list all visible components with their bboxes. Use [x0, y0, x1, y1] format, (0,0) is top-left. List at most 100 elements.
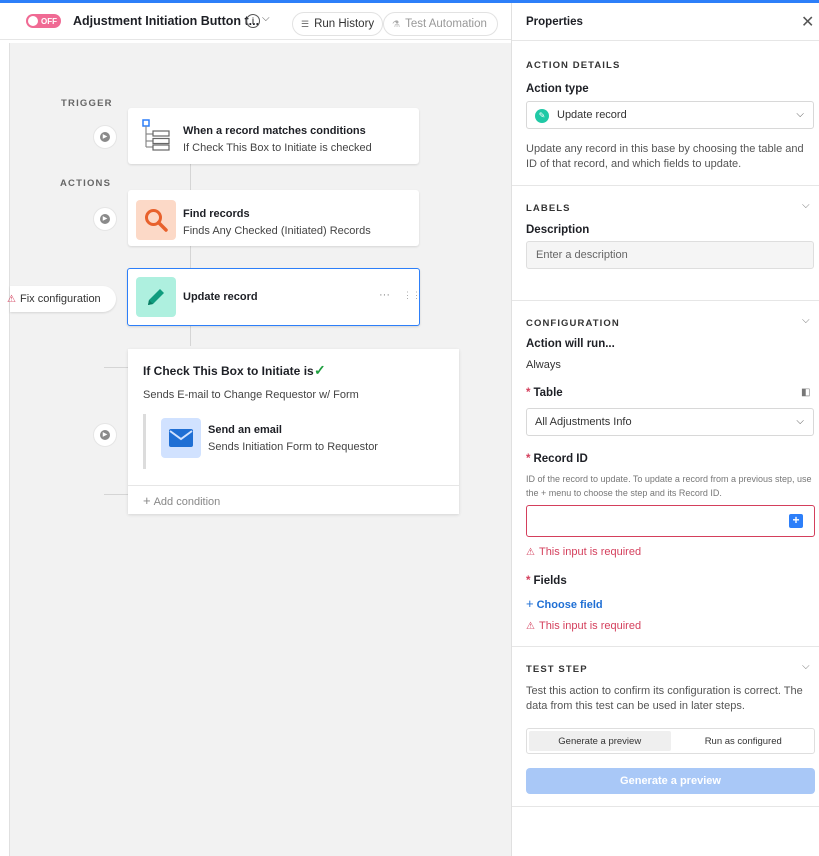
properties-title: Properties: [526, 16, 583, 28]
action-details-section: ACTION DETAILS Action type ✎ Update reco…: [512, 41, 819, 186]
tab-generate-preview[interactable]: Generate a preview: [529, 731, 671, 751]
test-step-description: Test this action to confirm its configur…: [526, 685, 803, 712]
more-options-icon[interactable]: ···: [379, 289, 390, 301]
run-step-icon[interactable]: ▶: [93, 125, 117, 149]
info-icon[interactable]: i: [246, 14, 260, 28]
table-value: All Adjustments Info: [535, 416, 632, 428]
find-records-card[interactable]: Find records Finds Any Checked (Initiate…: [128, 190, 419, 246]
table-icon[interactable]: ◧: [801, 387, 810, 398]
drag-handle-icon[interactable]: ⋮⋮: [403, 290, 421, 301]
pencil-icon: [136, 277, 176, 317]
plus-icon: +: [526, 596, 534, 611]
tab-run-as-configured[interactable]: Run as configured: [673, 729, 815, 753]
toggle-knob: [28, 16, 38, 26]
connector-line: [190, 164, 191, 190]
toggle-label: OFF: [41, 16, 57, 26]
record-id-input[interactable]: +: [526, 505, 815, 537]
description-placeholder: Enter a description: [536, 249, 628, 261]
chevron-down-icon[interactable]: ⌵: [802, 661, 810, 672]
chevron-down-icon: ⌵: [796, 109, 804, 120]
condition-branch-bar: [143, 414, 146, 469]
send-email-title[interactable]: Send an email: [208, 424, 282, 436]
description-input[interactable]: Enter a description: [526, 241, 814, 269]
choose-field-label: Choose field: [536, 599, 603, 611]
table-select[interactable]: All Adjustments Info ⌵: [526, 408, 814, 436]
connector-line: [190, 246, 191, 268]
fields-error: ⚠ This input is required: [526, 620, 641, 632]
labels-section: LABELS ⌵ Description Enter a description: [512, 186, 819, 301]
plus-icon[interactable]: +: [789, 514, 803, 528]
properties-header: Properties ✕: [512, 3, 819, 41]
connector-line: [104, 367, 128, 368]
test-step-heading: TEST STEP: [526, 664, 588, 675]
action-type-description: Update any record in this base by choosi…: [526, 143, 804, 170]
actions-section-label: ACTIONS: [60, 178, 112, 189]
description-label: Description: [526, 224, 590, 236]
automation-toggle[interactable]: OFF: [26, 14, 61, 28]
condition-subtitle: Sends E-mail to Change Requestor w/ Form: [143, 389, 359, 401]
action-will-run-value: Always: [526, 359, 561, 371]
fields-error-text: This input is required: [538, 620, 642, 632]
chevron-down-icon[interactable]: ⌵: [262, 13, 270, 24]
automation-editor: OFF Adjustment Initiation Button t... i …: [0, 3, 511, 856]
find-records-subtitle: Finds Any Checked (Initiated) Records: [183, 225, 371, 237]
checkmark-icon: ✓: [314, 362, 326, 378]
action-will-run-label: Action will run...: [526, 338, 615, 350]
pencil-icon: ✎: [535, 109, 549, 123]
configuration-section: CONFIGURATION ⌵ Action will run... Alway…: [512, 301, 819, 647]
find-records-title: Find records: [183, 208, 250, 220]
update-record-card[interactable]: Update record ··· ⋮⋮: [127, 268, 421, 326]
record-id-help: ID of the record to update. To update a …: [526, 474, 812, 498]
chevron-down-icon[interactable]: ⌵: [802, 200, 810, 211]
fix-configuration-badge[interactable]: ⚠ Fix configuration: [7, 286, 116, 312]
fields-label: * Fields: [526, 575, 567, 587]
send-email-subtitle: Sends Initiation Form to Requestor: [208, 441, 378, 453]
trigger-subtitle: If Check This Box to Initiate is checked: [183, 142, 372, 154]
run-history-button[interactable]: ☰ Run History: [292, 12, 384, 36]
action-type-value: Update record: [557, 109, 627, 121]
action-details-heading: ACTION DETAILS: [526, 60, 621, 71]
chevron-down-icon: ⌵: [796, 416, 804, 427]
trigger-section-label: TRIGGER: [61, 98, 113, 109]
condition-group-card[interactable]: If Check This Box to Initiate is ✓ Sends…: [128, 349, 459, 514]
close-icon[interactable]: ✕: [801, 12, 814, 32]
flask-icon: ⚗: [392, 18, 401, 29]
run-step-icon[interactable]: ▶: [93, 207, 117, 231]
test-automation-button[interactable]: ⚗ Test Automation: [383, 12, 498, 36]
chevron-down-icon[interactable]: ⌵: [802, 315, 810, 326]
properties-panel: Properties ✕ ACTION DETAILS Action type …: [511, 3, 819, 856]
choose-field-button[interactable]: + Choose field: [526, 596, 603, 611]
email-icon: [161, 418, 201, 458]
update-record-title: Update record: [183, 291, 258, 303]
labels-heading: LABELS: [526, 203, 571, 214]
add-condition-button[interactable]: + Add condition: [143, 493, 220, 508]
configuration-heading: CONFIGURATION: [526, 318, 620, 329]
trigger-title: When a record matches conditions: [183, 125, 366, 137]
fields-label-text: Fields: [533, 575, 567, 587]
warning-icon: ⚠: [7, 293, 16, 305]
plus-icon: +: [143, 493, 151, 508]
trigger-conditions-icon: [136, 116, 176, 156]
test-step-section: TEST STEP ⌵ Test this action to confirm …: [512, 647, 819, 807]
automation-title[interactable]: Adjustment Initiation Button t...: [73, 14, 259, 28]
connector-line: [104, 494, 128, 495]
trigger-card[interactable]: When a record matches conditions If Chec…: [128, 108, 419, 164]
warning-icon: ⚠: [526, 621, 535, 632]
search-icon: [136, 200, 176, 240]
left-edge: [0, 43, 10, 856]
warning-icon: ⚠: [526, 547, 535, 558]
run-history-label: Run History: [314, 18, 375, 30]
run-step-icon[interactable]: ▶: [93, 423, 117, 447]
editor-header: OFF Adjustment Initiation Button t... i …: [0, 3, 511, 40]
record-id-label: * Record ID: [526, 453, 588, 465]
action-type-select[interactable]: ✎ Update record ⌵: [526, 101, 814, 129]
connector-line: [190, 326, 191, 346]
test-automation-label: Test Automation: [405, 18, 487, 30]
action-type-label: Action type: [526, 83, 589, 95]
divider: [128, 485, 459, 486]
generate-preview-button[interactable]: Generate a preview: [526, 768, 815, 794]
table-label: * Table: [526, 387, 563, 399]
record-id-label-text: Record ID: [533, 453, 588, 465]
test-mode-toggle: Generate a preview Run as configured: [526, 728, 815, 754]
add-condition-label: Add condition: [153, 496, 221, 508]
